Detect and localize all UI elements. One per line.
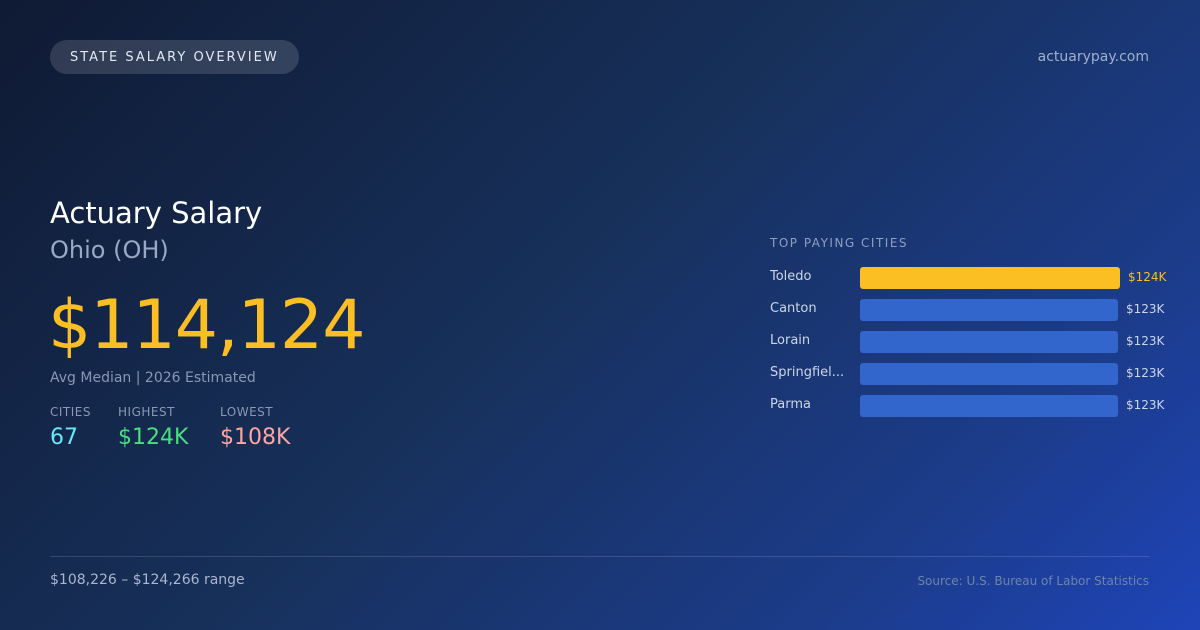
- bar-value-label: $123K: [1126, 334, 1165, 348]
- bar: [860, 395, 1118, 417]
- bar: [860, 299, 1118, 321]
- bar-category-label: Toledo: [770, 269, 812, 284]
- section-badge: STATE SALARY OVERVIEW: [50, 40, 299, 74]
- bar-value-label: $123K: [1126, 302, 1165, 316]
- bar-category-label: Parma: [770, 397, 811, 412]
- footer-divider: [50, 556, 1150, 557]
- state-subtitle: Ohio (OH): [50, 236, 169, 264]
- bar-category-label: Canton: [770, 301, 817, 316]
- stat-highest-value: $124K: [118, 425, 189, 450]
- stat-lowest: LOWEST $108K: [220, 405, 290, 450]
- bar-category-label: Lorain: [770, 333, 811, 348]
- bar: [860, 363, 1118, 385]
- page-title: Actuary Salary: [50, 196, 263, 230]
- median-salary-value: $114,124: [48, 286, 365, 365]
- stat-highest: HIGHEST $124K: [118, 405, 188, 450]
- stat-cities-value: 67: [50, 425, 78, 450]
- bar-value-label: $124K: [1128, 270, 1167, 284]
- stat-lowest-value: $108K: [220, 425, 291, 450]
- bar: [860, 267, 1120, 289]
- bar: [860, 331, 1118, 353]
- stat-lowest-label: LOWEST: [220, 405, 274, 419]
- source-note: Source: U.S. Bureau of Labor Statistics: [917, 574, 1149, 588]
- bar-category-label: Springfiel...: [770, 365, 845, 380]
- salary-range: $108,226 – $124,266 range: [50, 572, 245, 588]
- bar-value-label: $123K: [1126, 398, 1165, 412]
- median-caption: Avg Median | 2026 Estimated: [50, 370, 256, 386]
- site-domain[interactable]: actuarypay.com: [1038, 49, 1149, 65]
- chart-title: TOP PAYING CITIES: [770, 236, 909, 250]
- stat-highest-label: HIGHEST: [118, 405, 175, 419]
- bar-value-label: $123K: [1126, 366, 1165, 380]
- stat-cities: CITIES 67: [50, 405, 91, 450]
- stat-cities-label: CITIES: [50, 405, 91, 419]
